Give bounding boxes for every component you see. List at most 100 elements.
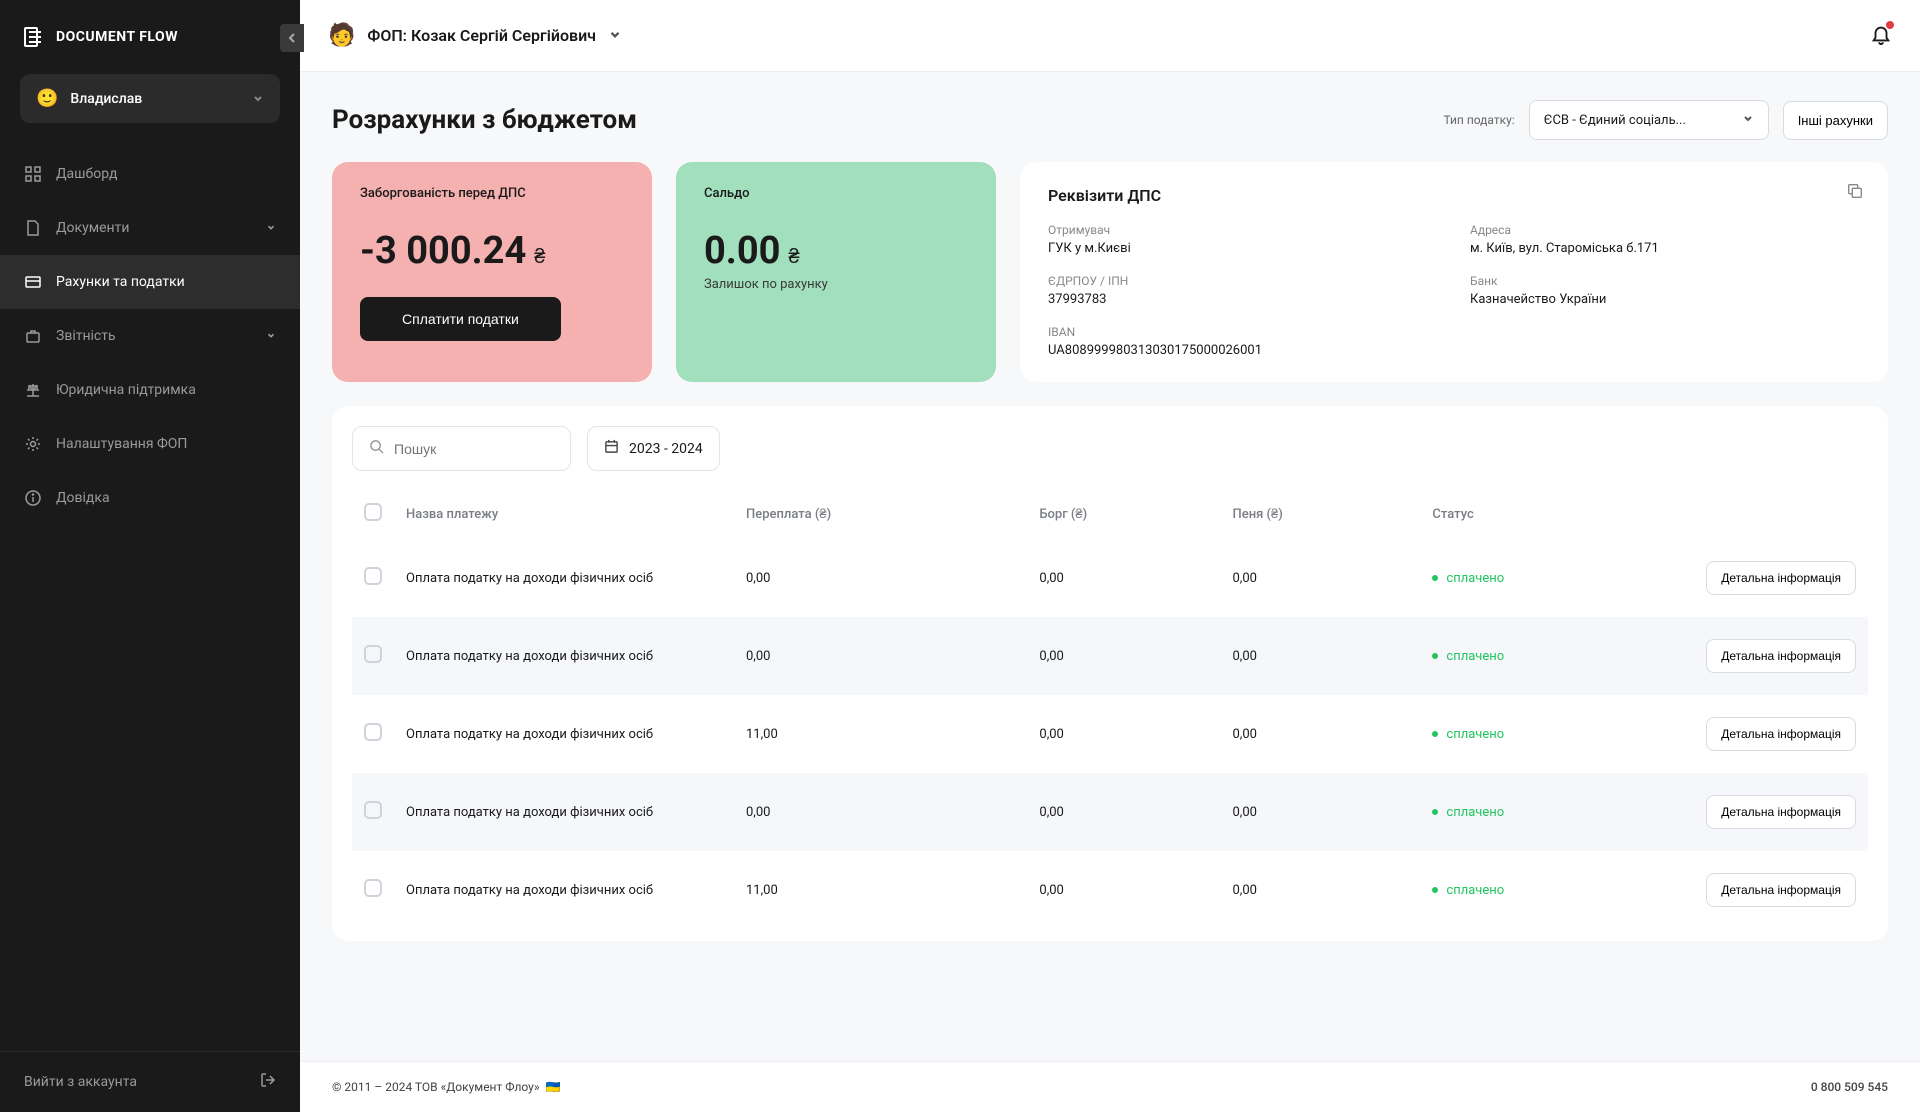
tax-type-select[interactable]: ЄСВ - Єдиний соціаль... xyxy=(1529,100,1769,140)
cell-debt: 0,00 xyxy=(1027,851,1220,929)
table-row: Оплата податку на доходи фізичних осіб 1… xyxy=(352,695,1868,773)
sidebar-footer: Вийти з аккаунта xyxy=(0,1051,300,1112)
row-checkbox[interactable] xyxy=(364,723,382,741)
status-badge: сплачено xyxy=(1432,649,1504,664)
details-grid: Отримувач ГУК у м.Києві Адреса м. Київ, … xyxy=(1048,223,1860,358)
logo-icon xyxy=(20,24,46,50)
status-badge: сплачено xyxy=(1432,883,1504,898)
balance-label: Сальдо xyxy=(704,186,968,201)
notification-dot xyxy=(1886,21,1894,29)
cell-overpay: 11,00 xyxy=(734,851,1027,929)
chevron-down-icon xyxy=(252,89,264,108)
cell-penalty: 0,00 xyxy=(1221,539,1421,617)
calendar-icon xyxy=(604,439,619,458)
th-penalty: Пеня (₴) xyxy=(1221,489,1421,539)
main: 🧑 ФОП: Козак Сергій Сергійович Розрахунк… xyxy=(300,0,1920,1112)
nav-help[interactable]: Довідка xyxy=(0,471,300,525)
row-details-button[interactable]: Детальна інформація xyxy=(1706,795,1856,829)
row-checkbox[interactable] xyxy=(364,567,382,585)
payments-table: Назва платежу Переплата (₴) Борг (₴) Пен… xyxy=(352,489,1868,929)
search-input[interactable] xyxy=(394,441,554,457)
logout-icon xyxy=(260,1072,276,1092)
nav-dashboard[interactable]: Дашборд xyxy=(0,147,300,201)
pay-taxes-button[interactable]: Сплатити податки xyxy=(360,297,561,341)
debt-amount: -3 000.24 ₴ xyxy=(360,229,624,273)
cell-overpay: 0,00 xyxy=(734,539,1027,617)
cell-overpay: 0,00 xyxy=(734,617,1027,695)
row-checkbox[interactable] xyxy=(364,879,382,897)
row-details-button[interactable]: Детальна інформація xyxy=(1706,639,1856,673)
chevron-down-icon xyxy=(266,328,276,344)
row-details-button[interactable]: Детальна інформація xyxy=(1706,717,1856,751)
nav-item-label: Налаштування ФОП xyxy=(56,436,187,452)
chevron-down-icon xyxy=(608,26,622,45)
status-badge: сплачено xyxy=(1432,727,1504,742)
row-details-button[interactable]: Детальна інформація xyxy=(1706,561,1856,595)
user-name: Владислав xyxy=(70,91,240,107)
nav-accounts-taxes[interactable]: Рахунки та податки xyxy=(0,255,300,309)
scales-icon xyxy=(24,381,42,399)
row-details-button[interactable]: Детальна інформація xyxy=(1706,873,1856,907)
detail-bank: Банк Казначейство України xyxy=(1470,274,1860,307)
nav-reporting[interactable]: Звітність xyxy=(0,309,300,363)
cell-penalty: 0,00 xyxy=(1221,773,1421,851)
notifications-button[interactable] xyxy=(1870,23,1892,49)
detail-iban: IBAN UA808999980313030175000026001 xyxy=(1048,325,1860,358)
copy-icon[interactable] xyxy=(1846,182,1864,204)
details-title: Реквізити ДПС xyxy=(1048,186,1860,205)
balance-card: Сальдо 0.00 ₴ Залишок по рахунку xyxy=(676,162,996,382)
dashboard-icon xyxy=(24,165,42,183)
nav: Дашборд Документи Рахунки та податки Зві… xyxy=(0,147,300,525)
th-overpay: Переплата (₴) xyxy=(734,489,1027,539)
sidebar: DOCUMENT FLOW 🙂 Владислав Дашборд Докуме… xyxy=(0,0,300,1112)
gear-icon xyxy=(24,435,42,453)
row-checkbox[interactable] xyxy=(364,645,382,663)
brand-name: DOCUMENT FLOW xyxy=(56,29,178,45)
nav-legal[interactable]: Юридична підтримка xyxy=(0,363,300,417)
document-icon xyxy=(24,219,42,237)
cell-penalty: 0,00 xyxy=(1221,851,1421,929)
balance-sub: Залишок по рахунку xyxy=(704,277,968,292)
chevron-down-icon xyxy=(1742,112,1754,128)
cell-penalty: 0,00 xyxy=(1221,617,1421,695)
status-badge: сплачено xyxy=(1432,571,1504,586)
cell-debt: 0,00 xyxy=(1027,773,1220,851)
search-box[interactable] xyxy=(352,426,571,471)
cell-debt: 0,00 xyxy=(1027,617,1220,695)
logout-button[interactable]: Вийти з аккаунта xyxy=(0,1052,300,1112)
search-icon xyxy=(369,439,384,458)
details-card: Реквізити ДПС Отримувач ГУК у м.Києві Ад… xyxy=(1020,162,1888,382)
sidebar-collapse-button[interactable] xyxy=(280,24,304,52)
debt-label: Заборгованість перед ДПС xyxy=(360,186,624,201)
cell-overpay: 11,00 xyxy=(734,695,1027,773)
info-icon xyxy=(24,489,42,507)
cell-name: Оплата податку на доходи фізичних осіб xyxy=(394,695,734,773)
nav-item-label: Рахунки та податки xyxy=(56,274,185,290)
table-row: Оплата податку на доходи фізичних осіб 0… xyxy=(352,617,1868,695)
th-debt: Борг (₴) xyxy=(1027,489,1220,539)
th-name: Назва платежу xyxy=(394,489,734,539)
date-range-text: 2023 - 2024 xyxy=(629,441,703,457)
footer-phone: 0 800 509 545 xyxy=(1811,1080,1888,1094)
briefcase-icon xyxy=(24,327,42,345)
select-all-checkbox[interactable] xyxy=(364,503,382,521)
cell-name: Оплата податку на доходи фізичних осіб xyxy=(394,617,734,695)
nav-settings[interactable]: Налаштування ФОП xyxy=(0,417,300,471)
page-header: Розрахунки з бюджетом Тип податку: ЄСВ -… xyxy=(332,100,1888,140)
user-menu[interactable]: 🙂 Владислав xyxy=(20,74,280,123)
date-range-picker[interactable]: 2023 - 2024 xyxy=(587,426,720,471)
table-row: Оплата податку на доходи фізичних осіб 0… xyxy=(352,773,1868,851)
nav-item-label: Звітність xyxy=(56,328,116,344)
cards-row: Заборгованість перед ДПС -3 000.24 ₴ Спл… xyxy=(332,162,1888,382)
detail-address: Адреса м. Київ, вул. Староміська б.171 xyxy=(1470,223,1860,256)
table-row: Оплата податку на доходи фізичних осіб 0… xyxy=(352,539,1868,617)
cell-debt: 0,00 xyxy=(1027,539,1220,617)
sidebar-header: DOCUMENT FLOW xyxy=(0,0,300,74)
entity-selector[interactable]: 🧑 ФОП: Козак Сергій Сергійович xyxy=(328,23,622,48)
row-checkbox[interactable] xyxy=(364,801,382,819)
nav-item-label: Юридична підтримка xyxy=(56,382,196,398)
nav-documents[interactable]: Документи xyxy=(0,201,300,255)
entity-name: ФОП: Козак Сергій Сергійович xyxy=(367,26,596,45)
other-accounts-button[interactable]: Інші рахунки xyxy=(1783,101,1888,140)
footer-copyright: © 2011 – 2024 ТОВ «Документ Флоу» 🇺🇦 xyxy=(332,1080,560,1094)
